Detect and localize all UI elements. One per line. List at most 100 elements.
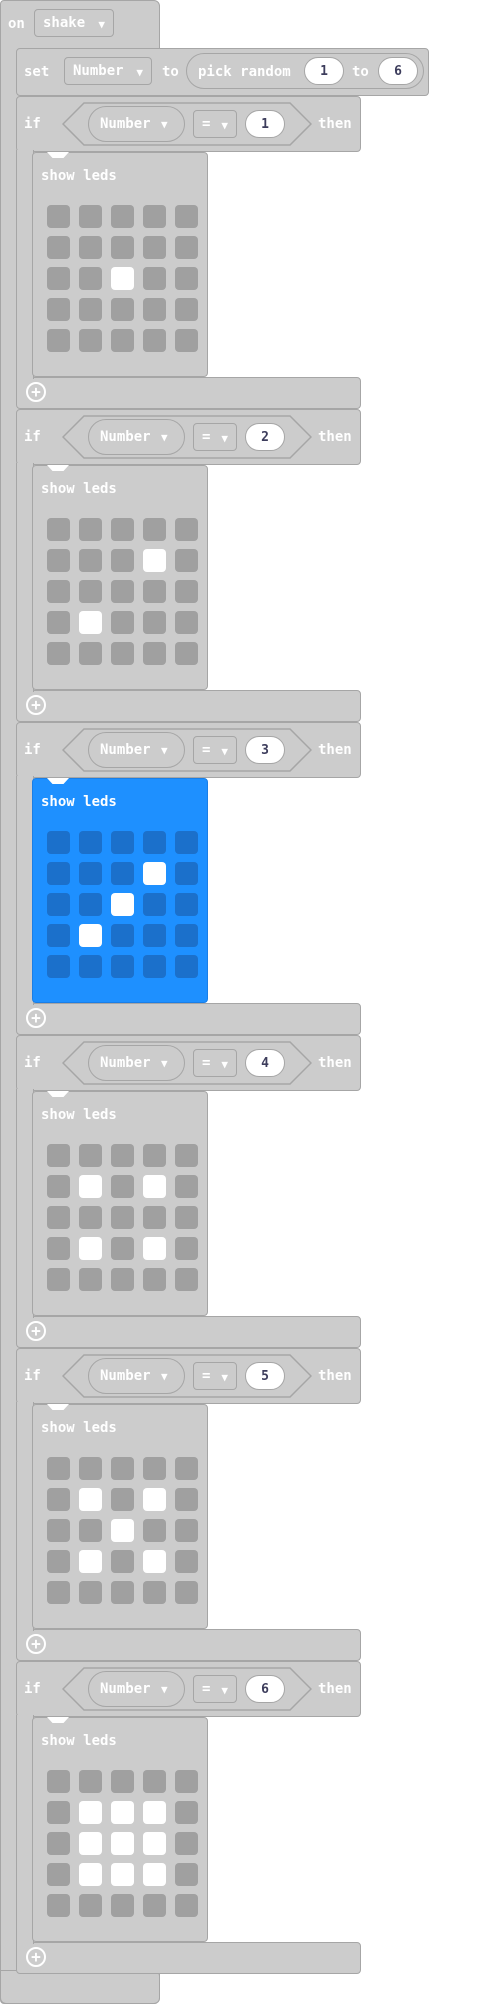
led-cell[interactable] bbox=[175, 298, 198, 321]
led-cell[interactable] bbox=[79, 1550, 102, 1573]
led-cell[interactable] bbox=[111, 893, 134, 916]
led-cell[interactable] bbox=[47, 236, 70, 259]
operator-dropdown[interactable]: = ▼ bbox=[193, 110, 237, 138]
led-cell[interactable] bbox=[79, 831, 102, 854]
led-cell[interactable] bbox=[143, 329, 166, 352]
add-else-icon[interactable]: + bbox=[26, 382, 46, 402]
led-cell[interactable] bbox=[79, 893, 102, 916]
led-cell[interactable] bbox=[79, 1206, 102, 1229]
led-cell[interactable] bbox=[175, 236, 198, 259]
led-cell[interactable] bbox=[111, 924, 134, 947]
compare-value-input[interactable]: 3 bbox=[245, 736, 285, 764]
led-cell[interactable] bbox=[175, 1519, 198, 1542]
led-cell[interactable] bbox=[47, 1832, 70, 1855]
operator-dropdown[interactable]: = ▼ bbox=[193, 736, 237, 764]
led-cell[interactable] bbox=[111, 205, 134, 228]
variable-reporter[interactable]: Number ▼ bbox=[88, 1045, 185, 1081]
led-cell[interactable] bbox=[143, 580, 166, 603]
led-cell[interactable] bbox=[111, 1488, 134, 1511]
compare-value-input[interactable]: 2 bbox=[245, 423, 285, 451]
led-cell[interactable] bbox=[175, 642, 198, 665]
led-cell[interactable] bbox=[79, 924, 102, 947]
led-cell[interactable] bbox=[111, 1268, 134, 1291]
led-cell[interactable] bbox=[143, 518, 166, 541]
led-cell[interactable] bbox=[175, 1457, 198, 1480]
led-cell[interactable] bbox=[143, 1581, 166, 1604]
led-cell[interactable] bbox=[143, 1832, 166, 1855]
led-cell[interactable] bbox=[143, 1519, 166, 1542]
led-cell[interactable] bbox=[79, 236, 102, 259]
show-leds-block[interactable]: show leds bbox=[32, 152, 208, 377]
led-cell[interactable] bbox=[143, 298, 166, 321]
led-cell[interactable] bbox=[79, 1863, 102, 1886]
led-cell[interactable] bbox=[47, 1581, 70, 1604]
show-leds-block[interactable]: show leds bbox=[32, 778, 208, 1003]
led-cell[interactable] bbox=[79, 298, 102, 321]
led-cell[interactable] bbox=[47, 518, 70, 541]
led-cell[interactable] bbox=[111, 1457, 134, 1480]
led-cell[interactable] bbox=[143, 862, 166, 885]
led-cell[interactable] bbox=[111, 1237, 134, 1260]
add-else-icon[interactable]: + bbox=[26, 1634, 46, 1654]
led-cell[interactable] bbox=[47, 580, 70, 603]
led-cell[interactable] bbox=[143, 236, 166, 259]
led-cell[interactable] bbox=[111, 611, 134, 634]
random-min-input[interactable]: 1 bbox=[304, 57, 344, 85]
led-cell[interactable] bbox=[143, 642, 166, 665]
led-cell[interactable] bbox=[111, 518, 134, 541]
operator-dropdown[interactable]: = ▼ bbox=[193, 423, 237, 451]
led-cell[interactable] bbox=[111, 955, 134, 978]
led-cell[interactable] bbox=[143, 1801, 166, 1824]
variable-reporter[interactable]: Number ▼ bbox=[88, 419, 185, 455]
variable-reporter[interactable]: Number ▼ bbox=[88, 1358, 185, 1394]
led-cell[interactable] bbox=[111, 1801, 134, 1824]
led-cell[interactable] bbox=[143, 1206, 166, 1229]
led-cell[interactable] bbox=[47, 1894, 70, 1917]
operator-dropdown[interactable]: = ▼ bbox=[193, 1362, 237, 1390]
led-cell[interactable] bbox=[47, 329, 70, 352]
led-cell[interactable] bbox=[143, 893, 166, 916]
led-cell[interactable] bbox=[79, 1488, 102, 1511]
led-cell[interactable] bbox=[47, 955, 70, 978]
led-cell[interactable] bbox=[111, 267, 134, 290]
compare-value-input[interactable]: 5 bbox=[245, 1362, 285, 1390]
led-cell[interactable] bbox=[79, 1581, 102, 1604]
led-cell[interactable] bbox=[175, 831, 198, 854]
led-cell[interactable] bbox=[175, 1801, 198, 1824]
led-cell[interactable] bbox=[47, 1144, 70, 1167]
led-cell[interactable] bbox=[175, 329, 198, 352]
led-cell[interactable] bbox=[175, 1832, 198, 1855]
random-max-input[interactable]: 6 bbox=[378, 57, 418, 85]
led-cell[interactable] bbox=[47, 1268, 70, 1291]
led-cell[interactable] bbox=[111, 1206, 134, 1229]
led-cell[interactable] bbox=[143, 1457, 166, 1480]
show-leds-block[interactable]: show leds bbox=[32, 1717, 208, 1942]
led-cell[interactable] bbox=[143, 1770, 166, 1793]
led-cell[interactable] bbox=[175, 1894, 198, 1917]
led-cell[interactable] bbox=[47, 205, 70, 228]
led-cell[interactable] bbox=[111, 580, 134, 603]
led-cell[interactable] bbox=[175, 1237, 198, 1260]
led-cell[interactable] bbox=[175, 862, 198, 885]
led-cell[interactable] bbox=[47, 1801, 70, 1824]
led-cell[interactable] bbox=[175, 1550, 198, 1573]
led-cell[interactable] bbox=[111, 1519, 134, 1542]
operator-dropdown[interactable]: = ▼ bbox=[193, 1675, 237, 1703]
led-cell[interactable] bbox=[175, 1144, 198, 1167]
led-cell[interactable] bbox=[111, 329, 134, 352]
led-cell[interactable] bbox=[143, 1268, 166, 1291]
led-cell[interactable] bbox=[79, 955, 102, 978]
compare-value-input[interactable]: 4 bbox=[245, 1049, 285, 1077]
led-cell[interactable] bbox=[111, 298, 134, 321]
led-cell[interactable] bbox=[143, 611, 166, 634]
led-cell[interactable] bbox=[175, 1770, 198, 1793]
led-cell[interactable] bbox=[175, 549, 198, 572]
set-variable-dropdown[interactable]: Number ▼ bbox=[64, 57, 152, 85]
led-cell[interactable] bbox=[175, 1581, 198, 1604]
led-cell[interactable] bbox=[175, 518, 198, 541]
led-cell[interactable] bbox=[79, 1519, 102, 1542]
led-cell[interactable] bbox=[79, 1237, 102, 1260]
variable-reporter[interactable]: Number ▼ bbox=[88, 106, 185, 142]
led-cell[interactable] bbox=[143, 924, 166, 947]
add-else-icon[interactable]: + bbox=[26, 695, 46, 715]
